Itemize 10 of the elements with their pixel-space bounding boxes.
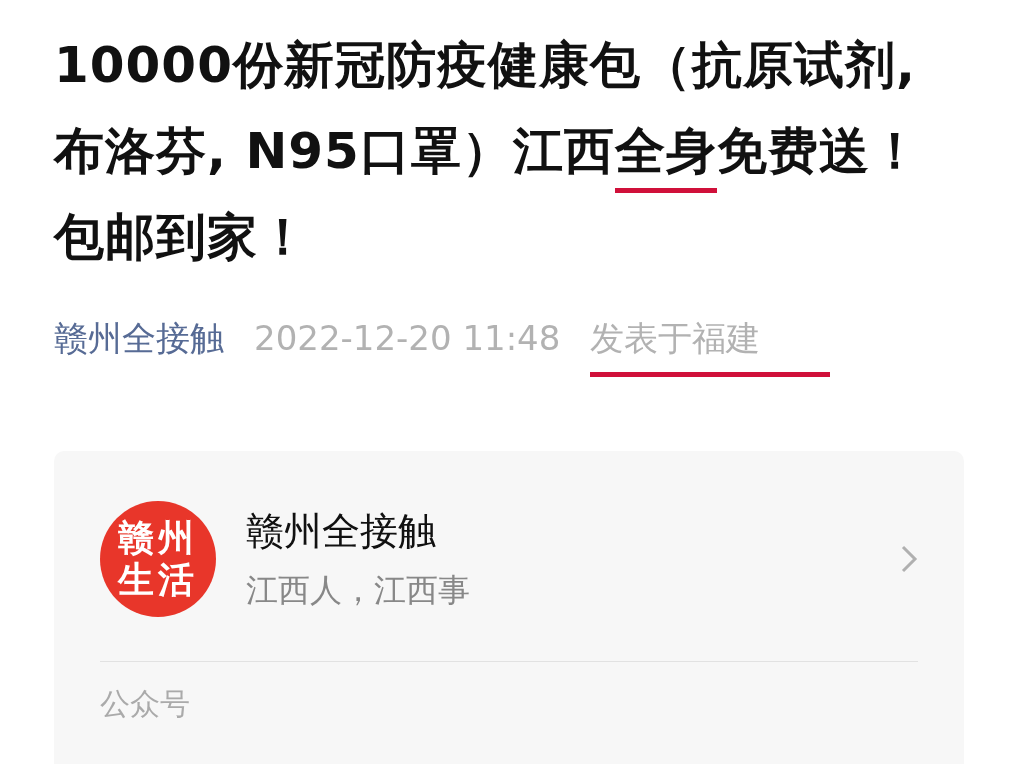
publish-date: 2022-12-20 11:48 xyxy=(254,318,561,358)
article-title: 10000份新冠防疫健康包（抗原试剂, 布洛芬, N95口罩）江西全身免费送！包邮到家！ xyxy=(54,35,922,268)
account-type-label: 公众号 xyxy=(100,685,191,723)
account-logo: 赣州 生活 xyxy=(100,501,216,617)
account-card[interactable]: 赣州 生活 赣州全接触 江西人，江西事 公众号 xyxy=(54,451,964,764)
chevron-right-icon xyxy=(900,544,918,574)
author-link[interactable]: 赣州全接触 xyxy=(54,316,224,362)
publish-location: 发表于福建 xyxy=(590,316,831,377)
account-description: 江西人，江西事 xyxy=(246,569,471,611)
account-name: 赣州全接触 xyxy=(246,507,437,555)
